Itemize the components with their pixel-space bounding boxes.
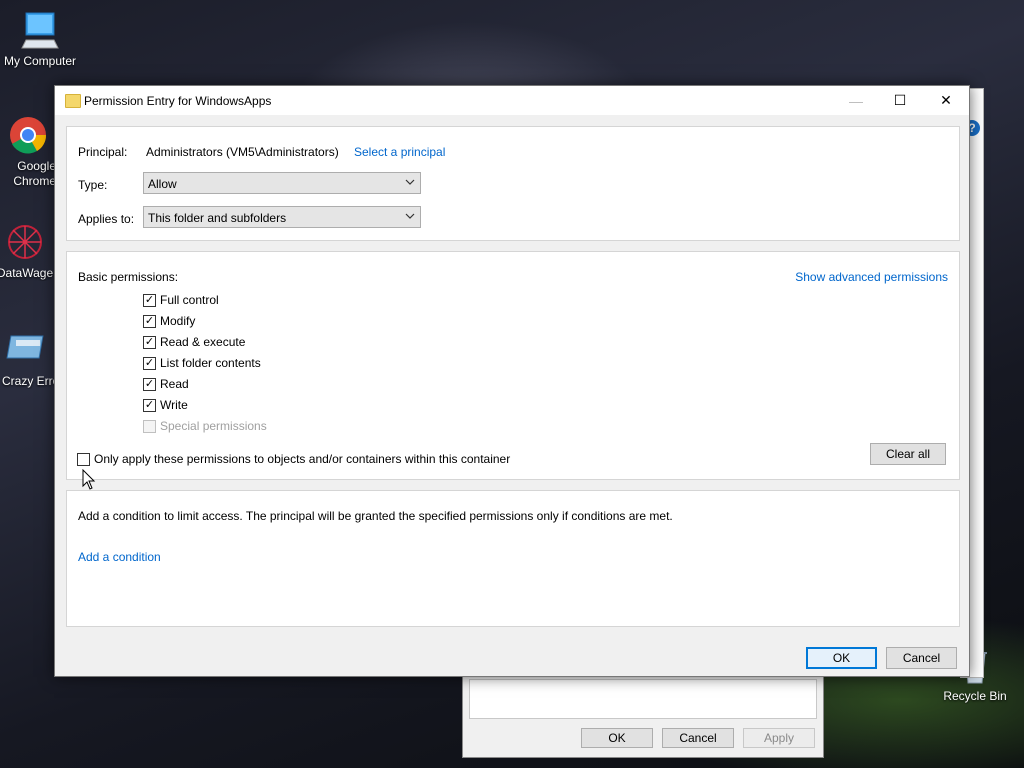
applies-to-dropdown[interactable]: This folder and subfolders [143,206,421,228]
add-condition-link[interactable]: Add a condition [78,550,161,564]
show-advanced-permissions-link[interactable]: Show advanced permissions [795,270,948,284]
desktop-icon-crazy-error[interactable]: Crazy Erro [0,330,56,389]
desktop-icon-chrome[interactable]: Google Chrome [0,115,58,189]
desktop-icon-my-computer[interactable]: My Computer [0,10,80,69]
chevron-down-icon [404,176,416,191]
application-icon [6,330,46,370]
only-apply-option[interactable]: Only apply these permissions to objects … [77,451,510,467]
applies-to-dropdown-value: This folder and subfolders [148,211,287,225]
desktop-icon-label: Google Chrome [13,159,56,188]
permission-read-execute[interactable]: ✓ Read & execute [143,334,245,350]
background-listbox [469,679,817,719]
permission-label: Modify [160,314,196,328]
applies-to-label: Applies to: [78,212,135,226]
checkbox[interactable]: ✓ [143,377,156,391]
checkbox[interactable]: ✓ [143,314,156,328]
datawage-icon [5,222,45,262]
permission-label: Special permissions [160,419,267,433]
permission-special: Special permissions [143,418,267,434]
title-bar[interactable]: Permission Entry for WindowsApps — ☐ ✕ [55,86,969,115]
computer-icon [20,10,60,50]
desktop-icon-label: My Computer [3,54,77,68]
permission-label: List folder contents [160,356,261,370]
chrome-icon [8,115,48,155]
permission-label: Write [160,398,188,412]
permission-label: Full control [160,293,219,307]
checkbox[interactable]: ✓ [143,293,156,307]
type-dropdown[interactable]: Allow [143,172,421,194]
checkbox[interactable]: ✓ [143,398,156,412]
permission-label: Read & execute [160,335,246,349]
maximize-button[interactable]: ☐ [877,86,923,115]
checkbox[interactable] [77,452,90,466]
permission-modify[interactable]: ✓ Modify [143,313,195,329]
principal-label: Principal: [78,145,128,159]
condition-description: Add a condition to limit access. The pri… [78,509,673,523]
clear-all-button[interactable]: Clear all [870,443,946,465]
checkbox[interactable]: ✓ [143,335,156,349]
permission-entry-dialog: Permission Entry for WindowsApps — ☐ ✕ P… [54,85,970,677]
basic-permissions-label: Basic permissions: [78,270,179,284]
permission-list-folder-contents[interactable]: ✓ List folder contents [143,355,261,371]
permission-read[interactable]: ✓ Read [143,376,189,392]
background-cancel-button[interactable]: Cancel [662,728,734,748]
permissions-panel: Basic permissions: Show advanced permiss… [66,251,960,480]
permission-label: Read [160,377,189,391]
principal-panel: Principal: Administrators (VM5\Administr… [66,126,960,241]
checkbox [143,419,156,433]
folder-icon [65,94,81,108]
conditions-panel: Add a condition to limit access. The pri… [66,490,960,627]
minimize-button: — [849,92,863,109]
checkbox[interactable]: ✓ [143,356,156,370]
type-dropdown-value: Allow [148,177,177,191]
permission-write[interactable]: ✓ Write [143,397,188,413]
type-label: Type: [78,178,108,192]
chevron-down-icon [404,210,416,225]
select-principal-link[interactable]: Select a principal [354,145,445,159]
desktop-icon-datawage[interactable]: DataWage [0,222,56,281]
cancel-button[interactable]: Cancel [886,647,957,669]
background-ok-button[interactable]: OK [581,728,653,748]
principal-value: Administrators (VM5\Administrators) [146,145,339,159]
close-button[interactable]: ✕ [923,86,969,115]
desktop-icon-label: DataWage [0,266,54,280]
desktop-icon-label: Recycle Bin [943,689,1007,703]
ok-button[interactable]: OK [806,647,877,669]
permission-full-control[interactable]: ✓ Full control [143,292,219,308]
background-apply-button: Apply [743,728,815,748]
mouse-pointer-icon [82,468,96,494]
window-title: Permission Entry for WindowsApps [84,94,272,108]
desktop-icon-label: Crazy Erro [2,374,56,388]
only-apply-label: Only apply these permissions to objects … [94,452,511,466]
